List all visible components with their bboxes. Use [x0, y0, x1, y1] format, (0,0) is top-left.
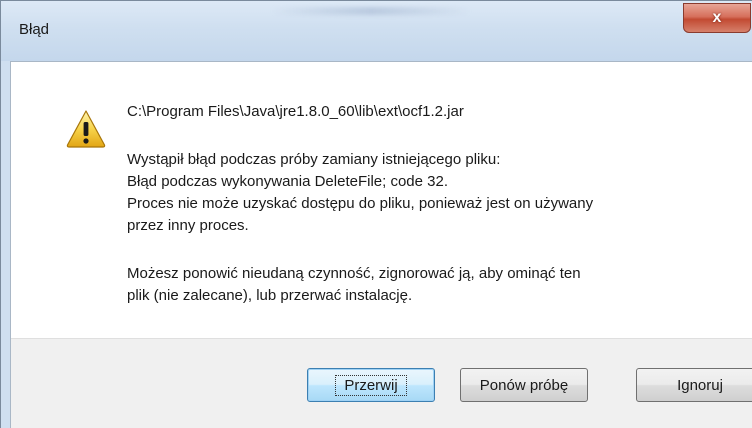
error-dialog-window: Błąd x C:\Program Files\Java\jre1.8.0_60…	[0, 0, 752, 428]
close-button[interactable]: x	[683, 3, 751, 33]
advice-line: plik (nie zalecane), lub przerwać instal…	[127, 287, 413, 304]
close-icon: x	[712, 9, 722, 26]
retry-button-label: Ponów próbę	[479, 376, 569, 394]
retry-button[interactable]: Ponów próbę	[460, 368, 588, 402]
blurred-background-title	[271, 7, 471, 15]
warning-icon	[66, 110, 106, 148]
dialog-body: C:\Program Files\Java\jre1.8.0_60\lib\ex…	[10, 61, 752, 428]
window-title: Błąd	[19, 21, 50, 38]
abort-button-label: Przerwij	[335, 374, 407, 396]
message-line: przez inny proces.	[127, 217, 249, 234]
advice-line: Możesz ponowić nieudaną czynność, zignor…	[127, 265, 581, 282]
abort-button[interactable]: Przerwij	[307, 368, 435, 402]
message-line: Proces nie może uzyskać dostępu do pliku…	[127, 195, 594, 212]
title-bar[interactable]: Błąd x	[1, 1, 752, 61]
advice-message: Możesz ponowić nieudaną czynność, zignor…	[127, 263, 581, 307]
ignore-button[interactable]: Ignoruj	[636, 368, 752, 402]
ignore-button-label: Ignoruj	[677, 376, 723, 394]
message-line: Błąd podczas wykonywania DeleteFile; cod…	[127, 173, 449, 190]
error-message: Wystąpił błąd podczas próby zamiany istn…	[127, 149, 593, 237]
file-path-text: C:\Program Files\Java\jre1.8.0_60\lib\ex…	[127, 103, 464, 120]
message-line: Wystąpił błąd podczas próby zamiany istn…	[127, 151, 501, 168]
